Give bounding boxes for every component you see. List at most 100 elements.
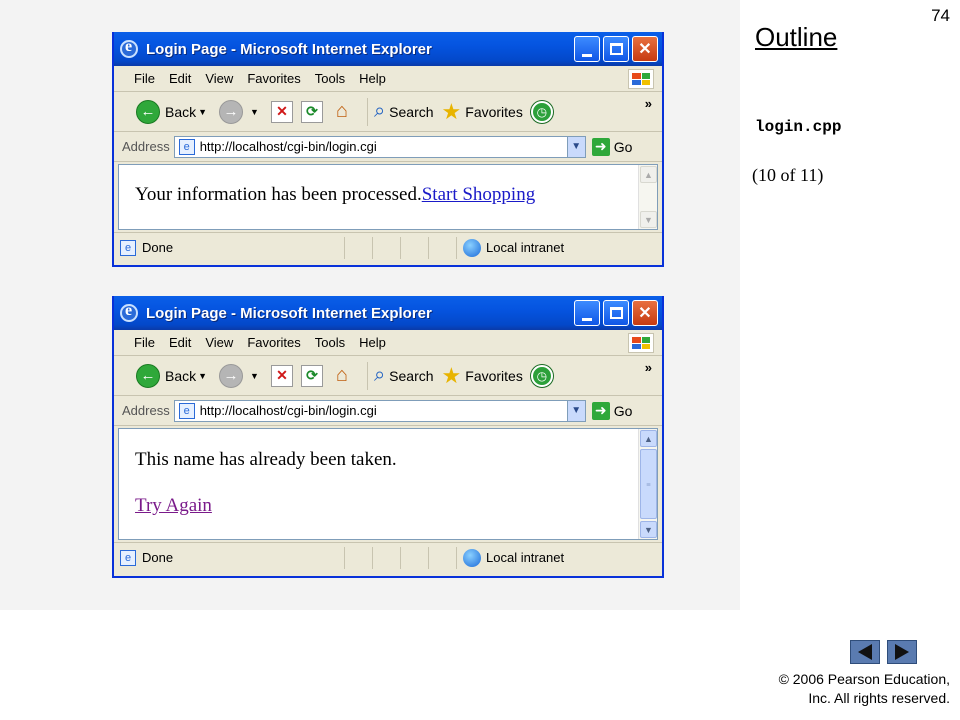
address-input[interactable]: e http://localhost/cgi-bin/login.cgi ▼: [173, 135, 586, 158]
status-cell: [400, 236, 428, 259]
back-button[interactable]: ← Back ▼: [136, 99, 211, 124]
chevron-more-icon[interactable]: »: [645, 360, 652, 375]
vertical-scrollbar[interactable]: ▲ ≡ ▼: [638, 429, 657, 539]
home-icon[interactable]: ⌂: [331, 364, 353, 387]
start-shopping-link[interactable]: Start Shopping: [422, 184, 535, 205]
address-bar: Address e http://localhost/cgi-bin/login…: [114, 132, 662, 162]
home-icon[interactable]: ⌂: [331, 100, 353, 123]
close-button[interactable]: ✕: [632, 36, 658, 62]
forward-button[interactable]: → ▼: [219, 363, 263, 388]
back-button[interactable]: ← Back ▼: [136, 363, 211, 388]
chevron-more-icon[interactable]: »: [645, 96, 652, 111]
search-label: Search: [389, 103, 434, 120]
menu-file[interactable]: File: [134, 335, 155, 350]
back-dropdown-icon[interactable]: ▼: [198, 371, 207, 381]
status-cell: [372, 546, 400, 569]
close-button[interactable]: ✕: [632, 300, 658, 326]
scroll-down-icon[interactable]: ▼: [640, 521, 657, 538]
status-bar: e Done Local intranet: [114, 542, 662, 572]
forward-dropdown-icon[interactable]: ▼: [250, 371, 259, 381]
address-label: Address: [122, 139, 170, 154]
favorites-button[interactable]: ★ Favorites: [442, 363, 523, 389]
previous-slide-button[interactable]: [850, 640, 880, 664]
go-button[interactable]: ➜ Go: [591, 137, 633, 156]
menu-tools[interactable]: Tools: [315, 335, 345, 350]
search-button[interactable]: ⌕ Search: [374, 100, 434, 123]
favorites-button[interactable]: ★ Favorites: [442, 99, 523, 125]
status-zone: Local intranet: [486, 240, 565, 255]
menu-help[interactable]: Help: [359, 335, 386, 350]
scroll-up-icon[interactable]: ▲: [640, 166, 657, 183]
status-cell: [344, 546, 372, 569]
page-content: Your information has been processed.Star…: [118, 164, 658, 230]
menu-tools[interactable]: Tools: [315, 71, 345, 86]
page-of-label: (10 of 11): [752, 165, 824, 185]
zone-indicator: Local intranet: [456, 236, 662, 259]
title-bar[interactable]: Login Page - Microsoft Internet Explorer…: [114, 32, 662, 66]
forward-button[interactable]: → ▼: [219, 99, 263, 124]
menu-edit[interactable]: Edit: [169, 335, 191, 350]
go-label: Go: [613, 138, 633, 155]
status-cell: [344, 236, 372, 259]
page-number: 74: [931, 6, 950, 25]
scroll-up-icon[interactable]: ▲: [640, 430, 657, 447]
menu-edit[interactable]: Edit: [169, 71, 191, 86]
menu-favorites[interactable]: Favorites: [247, 335, 300, 350]
refresh-icon[interactable]: ⟳: [300, 100, 323, 123]
address-input[interactable]: e http://localhost/cgi-bin/login.cgi ▼: [173, 399, 586, 422]
search-button[interactable]: ⌕ Search: [374, 364, 434, 387]
forward-dropdown-icon[interactable]: ▼: [250, 107, 259, 117]
maximize-icon: [609, 43, 623, 55]
maximize-button[interactable]: [603, 300, 629, 326]
scroll-down-icon[interactable]: ▼: [640, 211, 657, 228]
try-again-link[interactable]: Try Again: [135, 495, 212, 516]
search-label: Search: [389, 367, 434, 384]
address-url: http://localhost/cgi-bin/login.cgi: [199, 403, 377, 418]
ie-icon: [120, 38, 138, 58]
forward-arrow-icon: →: [219, 363, 244, 388]
go-arrow-icon: ➜: [591, 137, 610, 156]
favorites-label: Favorites: [465, 367, 523, 384]
copyright-line2: Inc. All rights reserved.: [808, 690, 950, 706]
minimize-button[interactable]: [574, 300, 600, 326]
vertical-scrollbar[interactable]: ▲ ▼: [638, 165, 657, 229]
refresh-icon[interactable]: ⟳: [300, 364, 323, 387]
previous-arrow-icon: [858, 644, 872, 660]
menu-view[interactable]: View: [205, 71, 233, 86]
forward-arrow-icon: →: [219, 99, 244, 124]
status-cell: [428, 546, 456, 569]
stop-icon[interactable]: ✕: [270, 100, 293, 123]
history-icon[interactable]: ◷: [530, 364, 553, 387]
go-button[interactable]: ➜ Go: [591, 401, 632, 420]
status-done: Done: [142, 550, 174, 565]
toolbar: ← Back ▼ → ▼ ✕ ⟳ ⌂ ⌕ Search ★ Favorites ◷ »: [114, 356, 662, 396]
file-name: login.cpp: [755, 118, 842, 136]
address-dropdown-icon[interactable]: ▼: [566, 400, 585, 421]
window-title: Login Page - Microsoft Internet Explorer: [146, 304, 432, 322]
scroll-thumb[interactable]: ≡: [640, 449, 657, 519]
address-label: Address: [122, 403, 170, 418]
windows-logo-icon: [628, 69, 654, 89]
outline-link[interactable]: Outline: [755, 22, 837, 53]
toolbar-separator: [366, 361, 368, 390]
menu-file[interactable]: File: [134, 71, 155, 86]
zone-indicator: Local intranet: [456, 546, 662, 569]
next-slide-button[interactable]: [887, 640, 917, 664]
title-bar[interactable]: Login Page - Microsoft Internet Explorer…: [114, 296, 662, 330]
menu-help[interactable]: Help: [359, 71, 386, 86]
windows-logo-icon: [628, 333, 654, 353]
back-arrow-icon: ←: [136, 99, 160, 124]
maximize-button[interactable]: [603, 36, 629, 62]
back-dropdown-icon[interactable]: ▼: [198, 107, 207, 117]
status-cell: [428, 236, 456, 259]
history-icon[interactable]: ◷: [530, 100, 553, 123]
minimize-button[interactable]: [574, 36, 600, 62]
menu-favorites[interactable]: Favorites: [247, 71, 300, 86]
address-dropdown-icon[interactable]: ▼: [566, 136, 585, 157]
intranet-globe-icon: [463, 548, 481, 567]
ie-icon: [120, 302, 138, 322]
address-bar: Address e http://localhost/cgi-bin/login…: [114, 396, 662, 426]
stop-icon[interactable]: ✕: [270, 364, 293, 387]
menu-view[interactable]: View: [205, 335, 233, 350]
status-bar: e Done Local intranet: [114, 232, 662, 262]
